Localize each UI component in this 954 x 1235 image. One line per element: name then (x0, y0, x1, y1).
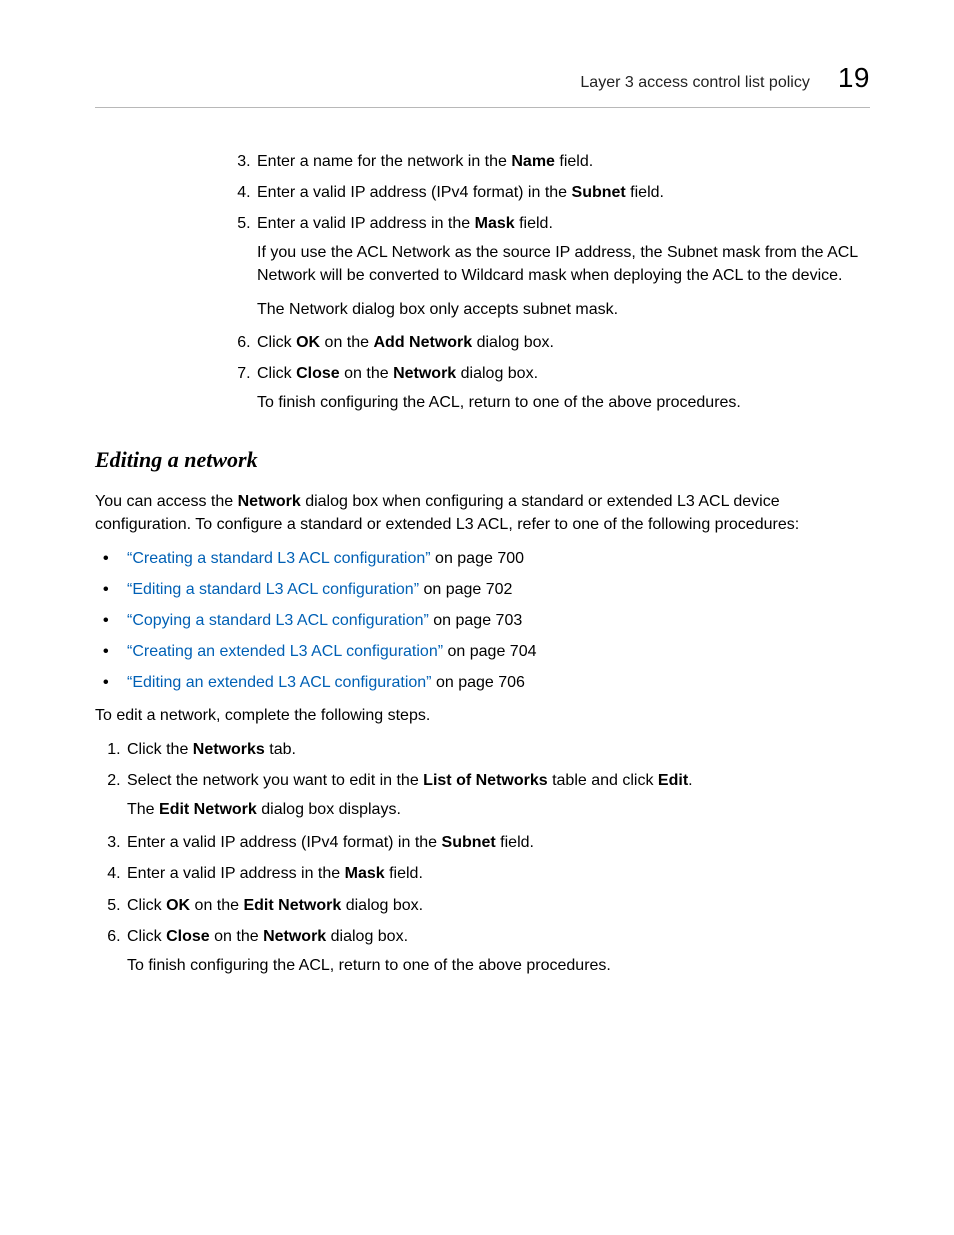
list-item: Click OK on the Add Network dialog box. (255, 331, 865, 354)
xref-bullet-item: “Creating an extended L3 ACL configurati… (125, 640, 865, 663)
xref-bullet-item: “Copying a standard L3 ACL configuration… (125, 609, 865, 632)
bold-text: Edit Network (243, 897, 341, 914)
list-item-subtext: To finish configuring the ACL, return to… (127, 954, 865, 977)
list-item: Enter a name for the network in the Name… (255, 150, 865, 173)
list-item: Select the network you want to edit in t… (125, 769, 865, 821)
bold-text: Edit (658, 772, 688, 789)
list-item-text: Enter a valid IP address in the Mask fie… (257, 212, 865, 235)
list-item-subtext: The Edit Network dialog box displays. (127, 798, 865, 821)
list-item-text: Click Close on the Network dialog box. (257, 362, 865, 385)
ordered-list-continued: Enter a name for the network in the Name… (225, 150, 865, 415)
header-rule (95, 107, 870, 108)
bold-text: Mask (475, 215, 515, 232)
bold-text: Add Network (373, 334, 472, 351)
bold-text: Network (393, 365, 456, 382)
list-item: Click OK on the Edit Network dialog box. (125, 894, 865, 917)
list-item: Enter a valid IP address (IPv4 format) i… (125, 831, 865, 854)
xref-link[interactable]: “Editing an extended L3 ACL configuratio… (127, 674, 432, 691)
list-item: Enter a valid IP address in the Mask fie… (125, 862, 865, 885)
list-item-subtext: The Network dialog box only accepts subn… (257, 298, 865, 321)
list-item: Click the Networks tab. (125, 738, 865, 761)
bold-text: Network (238, 493, 301, 510)
xref-page-suffix: on page 702 (419, 581, 512, 598)
bold-text: Name (511, 153, 555, 170)
xref-page-suffix: on page 703 (429, 612, 522, 629)
xref-page-suffix: on page 706 (432, 674, 525, 691)
running-header-title: Layer 3 access control list policy (580, 71, 809, 94)
list-item-text: Enter a valid IP address in the Mask fie… (127, 862, 865, 885)
intro-paragraph: You can access the Network dialog box wh… (95, 490, 865, 536)
bold-text: List of Networks (423, 772, 547, 789)
ordered-list-steps: Click the Networks tab. Select the networ… (95, 738, 865, 978)
xref-link[interactable]: “Creating a standard L3 ACL configuratio… (127, 550, 431, 567)
xref-link[interactable]: “Editing a standard L3 ACL configuration… (127, 581, 419, 598)
bold-text: Subnet (572, 184, 626, 201)
bold-text: Networks (193, 741, 265, 758)
list-item: Click Close on the Network dialog box. To… (255, 362, 865, 414)
xref-bullet-item: “Editing an extended L3 ACL configuratio… (125, 671, 865, 694)
xref-link[interactable]: “Copying a standard L3 ACL configuration… (127, 612, 429, 629)
bold-text: OK (296, 334, 320, 351)
bold-text: Close (296, 365, 340, 382)
chapter-number: 19 (838, 58, 870, 99)
list-item-subtext: If you use the ACL Network as the source… (257, 241, 865, 287)
xref-page-suffix: on page 704 (443, 643, 536, 660)
xref-bullet-item: “Editing a standard L3 ACL configuration… (125, 578, 865, 601)
bold-text: Close (166, 928, 210, 945)
list-item: Enter a valid IP address (IPv4 format) i… (255, 181, 865, 204)
list-item-text: Enter a name for the network in the Name… (257, 150, 865, 173)
list-item-text: Enter a valid IP address (IPv4 format) i… (257, 181, 865, 204)
xref-bullet-list: “Creating a standard L3 ACL configuratio… (95, 547, 865, 695)
xref-bullet-item: “Creating a standard L3 ACL configuratio… (125, 547, 865, 570)
list-item: Enter a valid IP address in the Mask fie… (255, 212, 865, 321)
list-item-subtext: To finish configuring the ACL, return to… (257, 391, 865, 414)
list-item-text: Click the Networks tab. (127, 738, 865, 761)
bold-text: Edit Network (159, 801, 257, 818)
xref-link[interactable]: “Creating an extended L3 ACL configurati… (127, 643, 443, 660)
bold-text: Mask (345, 865, 385, 882)
list-item-text: Enter a valid IP address (IPv4 format) i… (127, 831, 865, 854)
content-area: Enter a name for the network in the Name… (95, 150, 865, 978)
lead-in-paragraph: To edit a network, complete the followin… (95, 704, 865, 727)
list-item-text: Click OK on the Add Network dialog box. (257, 331, 865, 354)
list-item-text: Click OK on the Edit Network dialog box. (127, 894, 865, 917)
list-item-text: Click Close on the Network dialog box. (127, 925, 865, 948)
xref-page-suffix: on page 700 (431, 550, 524, 567)
bold-text: Network (263, 928, 326, 945)
bold-text: Subnet (442, 834, 496, 851)
list-item: Click Close on the Network dialog box. To… (125, 925, 865, 977)
list-item-text: Select the network you want to edit in t… (127, 769, 865, 792)
section-heading-editing-network: Editing a network (95, 444, 865, 476)
page: Layer 3 access control list policy 19 En… (95, 58, 870, 987)
running-header: Layer 3 access control list policy 19 (95, 58, 870, 99)
bold-text: OK (166, 897, 190, 914)
